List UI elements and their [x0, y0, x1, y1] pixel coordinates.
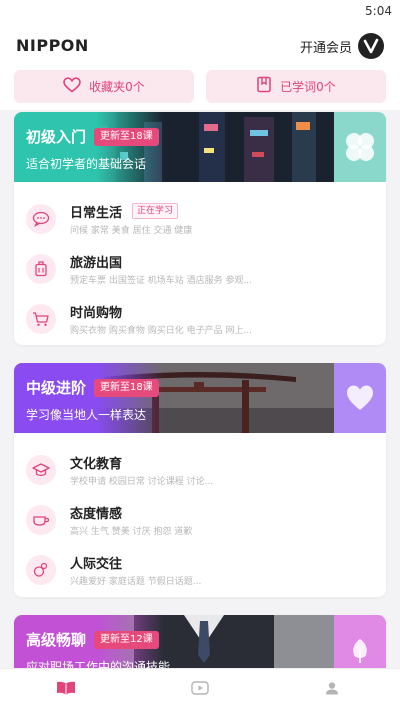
intermediate-section-card: 中级进阶 更新至18课 学习像当地人一样表达 文化教育 学校申请 校园日常 讨论… [14, 363, 386, 597]
book-open-icon [56, 680, 76, 699]
chat-icon [26, 204, 56, 234]
section-title: 高级畅聊 [26, 631, 87, 649]
status-bar: 5:04 [0, 0, 400, 24]
lesson-item-daily-life[interactable]: 日常生活 正在学习 问候 家常 美食 居住 交通 健康 [14, 193, 386, 243]
lesson-title: 人际交往 [70, 557, 123, 572]
section-title: 初级入门 [26, 128, 87, 146]
lesson-desc: 预定车票 出国签证 机场车站 酒店服务 参观... [70, 276, 253, 286]
people-icon [26, 555, 56, 585]
lesson-title: 日常生活 [70, 206, 123, 221]
open-vip-button[interactable]: 开通会员 [300, 32, 384, 60]
lesson-desc: 高兴 生气 赞美 讨厌 抱怨 道歉 [70, 527, 193, 537]
advanced-section-card: 高级畅聊 更新至12课 应对职场工作中的沟通技能 [14, 615, 386, 675]
heart-icon [63, 76, 81, 97]
vip-label: 开通会员 [299, 40, 352, 56]
lesson-item-travel[interactable]: 旅游出国 预定车票 出国签证 机场车站 酒店服务 参观... [14, 243, 386, 293]
bottom-tab-bar [0, 668, 400, 710]
lesson-title: 旅游出国 [70, 256, 123, 271]
lesson-desc: 问候 家常 美食 居住 交通 健康 [70, 226, 193, 236]
graduation-cap-icon [26, 455, 56, 485]
lesson-item-culture-education[interactable]: 文化教育 学校申请 校园日常 讨论课程 讨论... [14, 444, 386, 494]
quick-links-bar: 收藏夹0个 已学词0个 [0, 68, 400, 110]
learned-words-label: 已学词0个 [280, 80, 336, 94]
learned-words-button[interactable]: 已学词0个 [206, 70, 386, 103]
section-subtitle: 学习像当地人一样表达 [26, 408, 147, 422]
favorites-button[interactable]: 收藏夹0个 [14, 70, 194, 103]
lesson-item-shopping[interactable]: 时尚购物 购买衣物 购买食物 购买日化 电子产品 网上... [14, 293, 386, 343]
lesson-title: 文化教育 [70, 457, 123, 472]
tulip-icon [334, 615, 386, 675]
favorites-label: 收藏夹0个 [89, 80, 145, 94]
section-title: 中级进阶 [26, 379, 87, 397]
status-time: 5:04 [365, 4, 392, 18]
app-header: NIPPON 开通会员 [0, 24, 400, 68]
brand-title: NIPPON [16, 36, 89, 55]
intermediate-banner[interactable]: 中级进阶 更新至18课 学习像当地人一样表达 [14, 363, 386, 433]
beginner-banner[interactable]: 初级入门 更新至18课 适合初学者的基础会话 [14, 112, 386, 182]
tab-video[interactable] [189, 679, 211, 699]
book-icon [256, 76, 272, 97]
lesson-desc: 学校申请 校园日常 讨论课程 讨论... [70, 477, 214, 487]
cart-icon [26, 304, 56, 334]
clover-icon [334, 112, 386, 182]
update-badge: 更新至12课 [94, 631, 159, 649]
v-badge-icon [358, 33, 384, 59]
tab-study[interactable] [55, 679, 77, 699]
heart-icon [334, 363, 386, 433]
lesson-item-social[interactable]: 人际交往 兴趣爱好 家庭话题 节假日话题... [14, 544, 386, 594]
advanced-banner[interactable]: 高级畅聊 更新至12课 应对职场工作中的沟通技能 [14, 615, 386, 675]
play-icon [191, 680, 209, 699]
user-icon [325, 680, 339, 699]
update-badge: 更新至18课 [94, 128, 159, 146]
lesson-desc: 兴趣爱好 家庭话题 节假日话题... [70, 577, 202, 587]
learning-status-tag: 正在学习 [132, 203, 179, 219]
section-subtitle: 适合初学者的基础会话 [26, 157, 147, 171]
update-badge: 更新至18课 [94, 379, 159, 397]
tab-profile[interactable] [321, 679, 343, 699]
lesson-title: 时尚购物 [70, 306, 123, 321]
lesson-title: 态度情感 [70, 507, 123, 522]
lesson-item-attitude-emotion[interactable]: 态度情感 高兴 生气 赞美 讨厌 抱怨 道歉 [14, 494, 386, 544]
cup-icon [26, 505, 56, 535]
lesson-desc: 购买衣物 购买食物 购买日化 电子产品 网上... [70, 326, 253, 336]
luggage-icon [26, 254, 56, 284]
beginner-section-card: 初级入门 更新至18课 适合初学者的基础会话 日常生活 正在学习 问候 家常 美… [14, 112, 386, 345]
